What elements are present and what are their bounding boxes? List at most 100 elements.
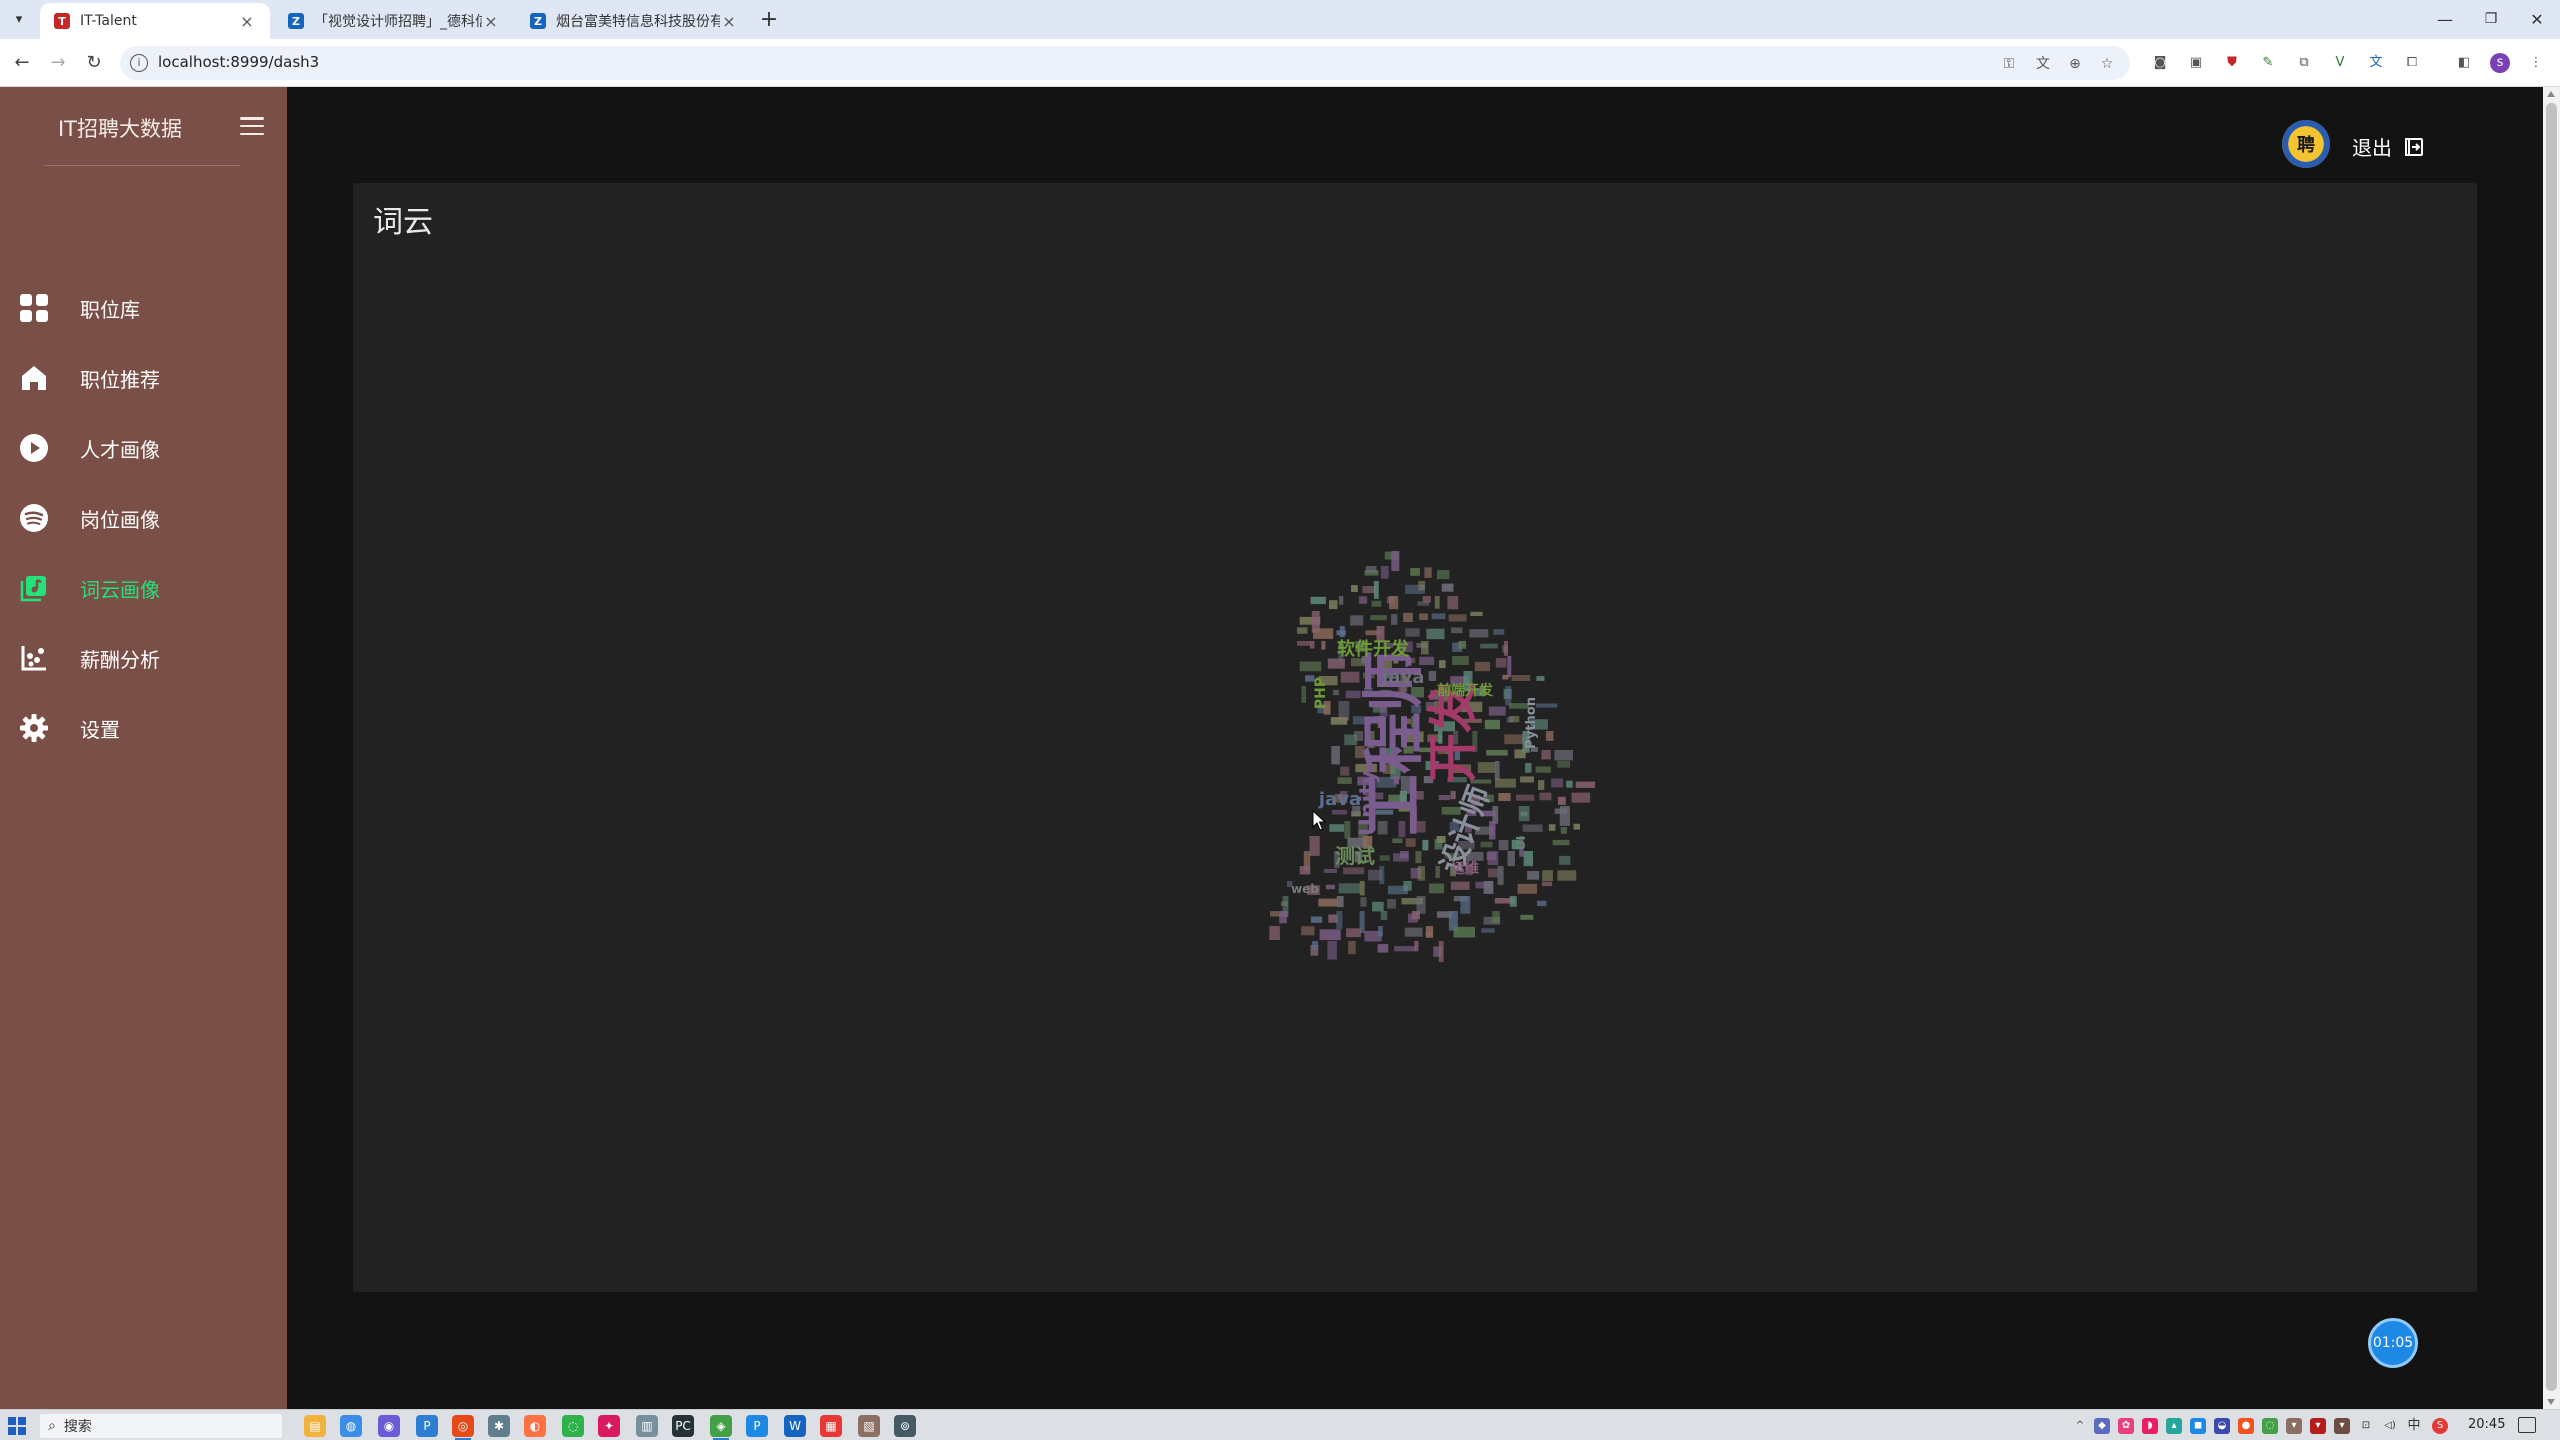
sidebar-item-position-profile[interactable]: 岗位画像 — [0, 483, 287, 553]
copy-extension-icon[interactable]: ⧉ — [2294, 53, 2314, 73]
settings-app-icon[interactable]: ✱ — [488, 1415, 510, 1437]
profile-avatar[interactable]: s — [2490, 53, 2510, 73]
vue-devtools-icon[interactable]: V — [2330, 53, 2350, 73]
wordcloud-small-word — [1453, 926, 1475, 938]
restore-button[interactable]: ❐ — [2468, 0, 2514, 39]
app-icon[interactable]: P — [746, 1415, 768, 1437]
app-icon[interactable]: ◈ — [710, 1415, 732, 1440]
network-icon[interactable]: ⊡ — [2358, 1418, 2374, 1434]
wechat-icon[interactable]: ◌ — [562, 1415, 584, 1437]
word-icon[interactable]: W — [784, 1415, 806, 1437]
firefox-icon[interactable]: ◐ — [524, 1415, 546, 1437]
wordcloud-small-word — [1518, 806, 1530, 822]
ime-indicator[interactable]: 中 — [2406, 1418, 2422, 1434]
tray-app-icon[interactable]: ◼ — [2190, 1418, 2206, 1434]
tray-app-icon[interactable]: ● — [2238, 1418, 2254, 1434]
extensions-puzzle-icon[interactable]: ⧠ — [2402, 53, 2422, 73]
tray-app-icon[interactable]: S — [2432, 1418, 2448, 1434]
wordcloud-small-word — [1437, 569, 1450, 580]
start-menu-icon[interactable] — [8, 1417, 26, 1435]
translate-extension-icon[interactable]: 文 — [2366, 53, 2386, 73]
puzzle-green-extension-icon[interactable]: ✎ — [2258, 53, 2278, 73]
tray-app-icon[interactable]: ◆ — [2094, 1418, 2110, 1434]
menu-toggle-icon[interactable] — [240, 117, 264, 135]
app-icon[interactable]: ◉ — [378, 1415, 400, 1437]
taskbar-search[interactable]: ⌕ 搜索 — [40, 1414, 282, 1438]
pdf-icon[interactable]: ▦ — [820, 1415, 842, 1437]
app-icon[interactable]: ✦ — [598, 1415, 620, 1437]
chrome-icon[interactable]: ◎ — [452, 1415, 474, 1440]
reload-button[interactable]: ↻ — [82, 51, 106, 75]
address-bar[interactable]: i localhost:8999/dash3 ⚿ 文 ⊕ ☆ — [120, 46, 2130, 80]
side-panel-icon[interactable]: ◧ — [2454, 53, 2474, 73]
wordcloud-small-word — [1559, 806, 1570, 826]
wordcloud-small-word — [1403, 612, 1413, 622]
sidebar-item-salary-analysis[interactable]: 薪酬分析 — [0, 623, 287, 693]
close-window-button[interactable]: ✕ — [2514, 0, 2560, 39]
new-tab-button[interactable]: + — [756, 7, 782, 33]
translate-icon[interactable]: 文 — [2034, 55, 2052, 73]
tab-close-icon[interactable]: × — [720, 12, 738, 31]
image-extension-icon[interactable]: ▣ — [2186, 53, 2206, 73]
tray-app-icon[interactable]: ◒ — [2214, 1418, 2230, 1434]
app-icon[interactable]: P — [416, 1415, 438, 1437]
wordcloud-small-word — [1458, 641, 1467, 649]
back-button[interactable]: ← — [10, 51, 34, 75]
file-explorer-icon[interactable]: ▤ — [304, 1415, 326, 1437]
avatar[interactable]: 聘 — [2282, 120, 2330, 168]
tray-app-icon[interactable]: ◗ — [2142, 1418, 2158, 1434]
pycharm-icon[interactable]: PC — [672, 1415, 694, 1437]
forward-button[interactable]: → — [46, 51, 70, 75]
taskbar-search-label: 搜索 — [63, 1419, 92, 1435]
timer-badge[interactable]: 01:05 — [2368, 1318, 2418, 1368]
tray-app-icon[interactable]: ✿ — [2118, 1418, 2134, 1434]
wordcloud-small-word — [1498, 839, 1509, 851]
browser-menu-icon[interactable]: ⋮ — [2526, 53, 2546, 73]
logout-button[interactable]: 退出 — [2352, 132, 2424, 161]
tray-wechat-icon[interactable]: ◌ — [2262, 1418, 2278, 1434]
wordcloud-small-word — [1331, 746, 1340, 765]
password-key-icon[interactable]: ⚿ — [2000, 55, 2018, 73]
volume-icon[interactable]: ◁) — [2382, 1418, 2398, 1434]
app-icon[interactable]: ▧ — [858, 1415, 880, 1437]
tray-app-icon[interactable]: ▾ — [2286, 1418, 2302, 1434]
wordcloud-small-word — [1429, 883, 1445, 894]
taskbar-clock[interactable]: 20:45 — [2468, 1417, 2505, 1432]
minimize-button[interactable]: — — [2422, 0, 2468, 39]
sidebar-item-job-recommend[interactable]: 职位推荐 — [0, 343, 287, 413]
tray-app-icon[interactable]: ▾ — [2334, 1418, 2350, 1434]
wordcloud-small-word — [1452, 656, 1469, 665]
bookmark-star-icon[interactable]: ☆ — [2098, 55, 2116, 73]
notification-icon[interactable] — [2518, 1417, 2536, 1433]
tray-app-icon[interactable]: ▾ — [2310, 1418, 2326, 1434]
sidebar-item-job-library[interactable]: 职位库 — [0, 273, 287, 343]
tray-app-icon[interactable]: ▴ — [2166, 1418, 2182, 1434]
screenshot-extension-icon[interactable]: ◙ — [2150, 53, 2170, 73]
shield-extension-icon[interactable]: ⛊ — [2222, 53, 2242, 73]
app-icon[interactable]: ⊚ — [894, 1415, 916, 1437]
tab-close-icon[interactable]: × — [238, 12, 256, 31]
app-icon[interactable]: ▥ — [636, 1415, 658, 1437]
site-info-icon[interactable]: i — [130, 54, 148, 72]
scroll-down-icon[interactable] — [2547, 1399, 2555, 1405]
browser-tab-active[interactable]: T IT-Talent × — [40, 3, 270, 39]
sidebar-item-settings[interactable]: 设置 — [0, 693, 287, 763]
browser-tab[interactable]: Z 「视觉设计师招聘」_德科信息… × — [274, 3, 514, 39]
sidebar-item-label: 设置 — [80, 717, 120, 742]
wordcloud-word: Python — [1524, 697, 1539, 749]
scroll-up-icon[interactable] — [2547, 91, 2555, 97]
sidebar-item-wordcloud[interactable]: 词云画像 — [0, 553, 287, 623]
wordcloud-small-word — [1537, 900, 1547, 907]
tray-overflow-icon[interactable]: ^ — [2072, 1418, 2088, 1434]
page-scrollbar[interactable] — [2543, 87, 2560, 1409]
sidebar-item-talent-profile[interactable]: 人才画像 — [0, 413, 287, 483]
wordcloud-small-word — [1358, 596, 1368, 604]
wordcloud-small-word — [1410, 568, 1420, 576]
wordcloud-small-word — [1539, 792, 1552, 801]
browser-tab[interactable]: Z 烟台富美特信息科技股份有限公… × — [516, 3, 752, 39]
zoom-icon[interactable]: ⊕ — [2066, 55, 2084, 73]
app-icon[interactable]: ◍ — [340, 1415, 362, 1437]
scrollbar-thumb[interactable] — [2546, 103, 2557, 1391]
tab-close-icon[interactable]: × — [482, 12, 500, 31]
tab-search-button[interactable]: ▾ — [8, 9, 30, 31]
